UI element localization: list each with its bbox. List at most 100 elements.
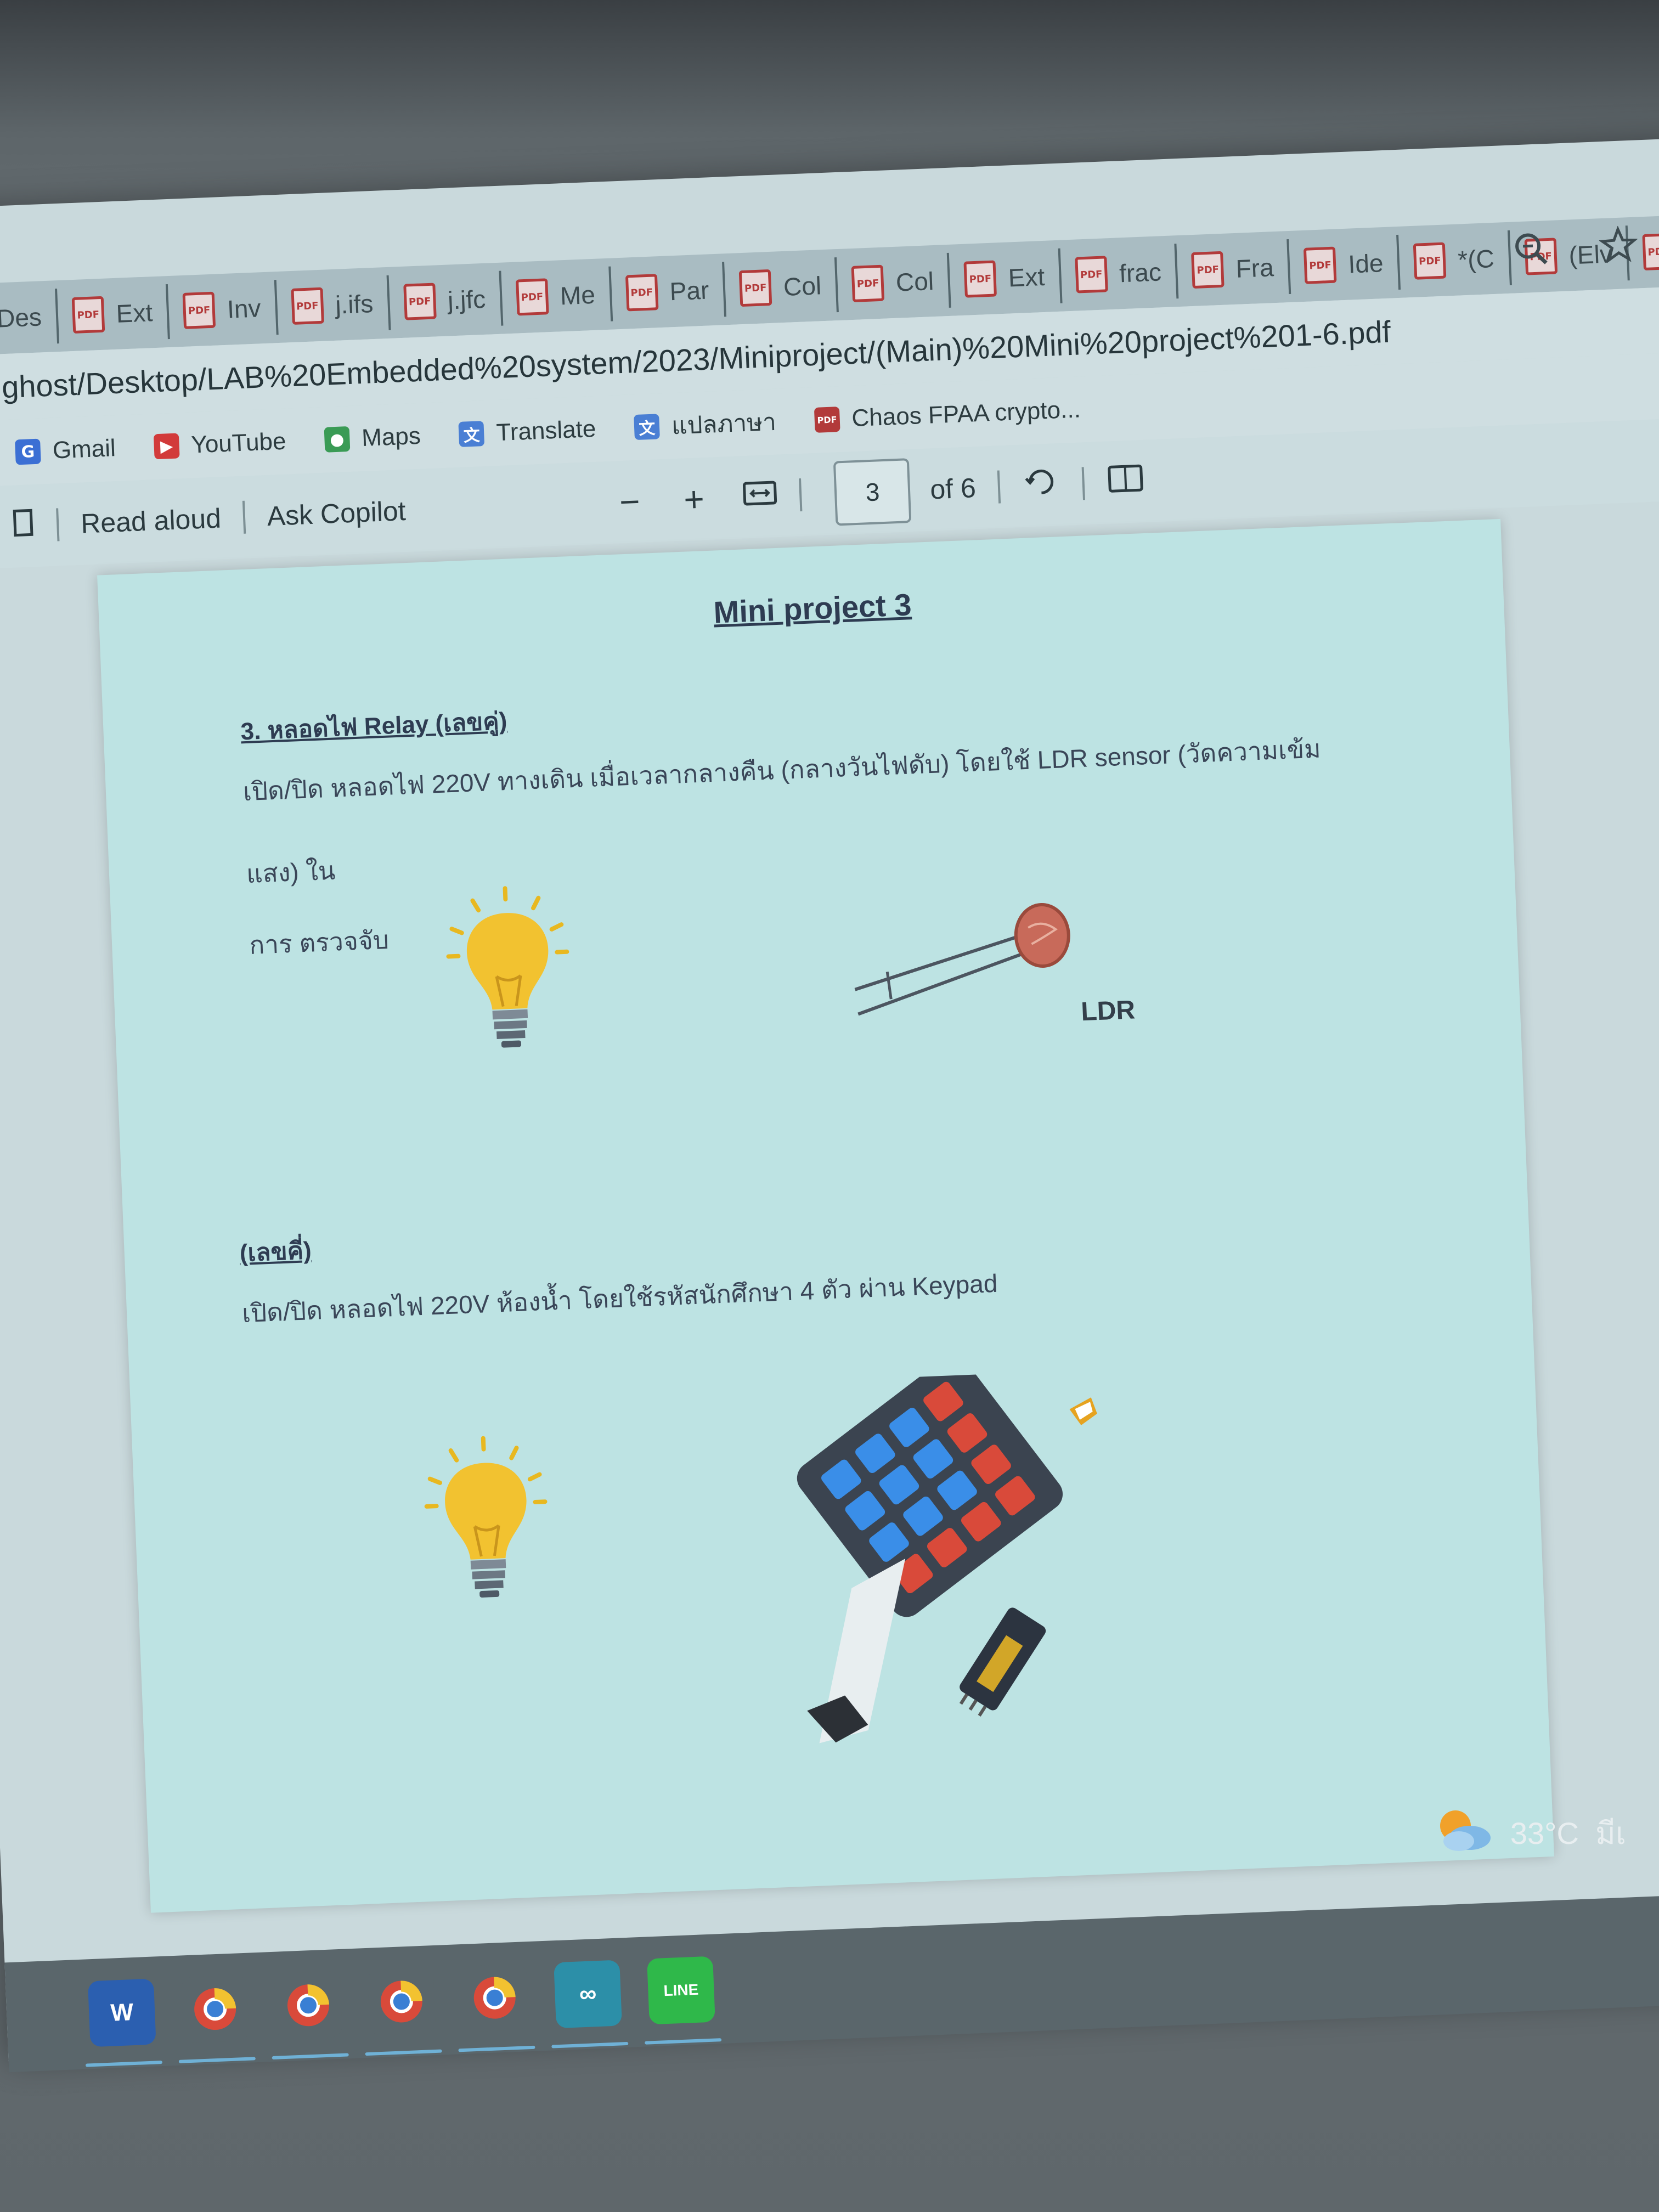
toolbar-spacer	[405, 502, 619, 511]
pdf-file-icon: PDF	[1304, 246, 1337, 284]
pdf-file-icon: PDF	[1413, 242, 1447, 280]
tab-label: Inv	[227, 294, 262, 324]
page-view-icon[interactable]	[1105, 461, 1146, 503]
bookmark-icon: 文	[634, 414, 661, 441]
star-icon[interactable]	[1598, 225, 1639, 274]
system-tray: 33°C มีเ	[1434, 1805, 1626, 1861]
bookmark-label: แปลภาษา	[671, 408, 777, 440]
pdf-file-icon: PDF	[963, 260, 997, 298]
pdf-file-icon: PDF	[182, 291, 216, 329]
snipping-app[interactable]	[274, 1971, 343, 2040]
monitor-screen: PDFDesPDFExtPDFInvPDFj.ifsPDFj.jfcPDFMeP…	[0, 136, 1659, 2073]
zoom-icon[interactable]	[1511, 229, 1551, 278]
toolbar-divider	[799, 478, 803, 512]
pdf-file-icon: PDF	[71, 296, 105, 334]
pdf-file-icon: PDF	[851, 264, 885, 302]
tab-label: Me	[559, 280, 596, 311]
pdf-file-icon: PDF	[625, 274, 659, 312]
toolbar-divider	[242, 500, 246, 534]
bookmark-item[interactable]: ● Maps	[324, 422, 421, 454]
browser-tab[interactable]: PDF Ext	[57, 284, 171, 344]
pdf-file-icon: PDF	[1191, 251, 1225, 289]
browser-tab[interactable]: PDF *(C	[1398, 230, 1512, 290]
pdf-file-icon: PDF	[1074, 256, 1108, 294]
app-icon	[287, 1984, 329, 2027]
section1-paragraph: เปิด/ปิด หลอดไฟ 220V ทางเดิน เมื่อเวลากล…	[241, 706, 1375, 986]
pdf-file-icon: PDF	[515, 278, 549, 316]
tab-label: *(C	[1457, 244, 1495, 274]
bookmark-icon: G	[15, 438, 41, 465]
browser-tab[interactable]: PDF Ide	[1289, 234, 1401, 294]
page-total: of 6	[929, 472, 977, 505]
toolbar-spacer	[704, 497, 743, 499]
browser-tab[interactable]: PDF Col	[837, 252, 951, 312]
tab-label: Par	[669, 275, 710, 306]
browser-tab[interactable]: PDF frac	[1060, 244, 1179, 303]
bookmark-item[interactable]: ▶ YouTube	[153, 427, 287, 461]
arduino-app[interactable]: ∞	[554, 1960, 622, 2029]
document-title: Mini project 3	[713, 587, 912, 630]
browser-tab[interactable]: PDF Par	[610, 262, 727, 321]
tab-label: Des	[0, 302, 42, 333]
zoom-in-button[interactable]: +	[683, 478, 705, 520]
tab-label: Col	[895, 267, 935, 297]
bookmark-item[interactable]: 文 แปลภาษา	[634, 403, 777, 447]
browser-tab[interactable]: PDF j.jfc	[388, 270, 504, 330]
app-icon	[473, 1977, 516, 2019]
keypad-module-image	[797, 1369, 1097, 1743]
tab-label: j.ifs	[335, 289, 374, 319]
pdf-page: Mini project 3 3. หลอดไฟ Relay (เลขคู่) …	[97, 518, 1554, 1913]
zoom-out-button[interactable]: −	[619, 481, 641, 522]
rotate-icon[interactable]	[1021, 462, 1061, 509]
app-icon	[194, 1988, 236, 2030]
bookmark-item[interactable]: 文 Translate	[458, 415, 597, 448]
toolbar-spacer	[640, 500, 684, 501]
section2-paragraph: เปิด/ปิด หลอดไฟ 220V ห้องน้ำ โดยใช้รหัสน…	[241, 1268, 998, 1328]
browser-tab[interactable]: PDFDes	[0, 289, 59, 348]
ask-copilot-button[interactable]: Ask Copilot	[267, 495, 407, 532]
word-app[interactable]: W	[87, 1978, 156, 2047]
ldr-label: LDR	[1080, 995, 1136, 1027]
bookmark-icon: ▶	[153, 433, 180, 460]
tab-label: Ext	[1007, 262, 1046, 292]
browser-tab[interactable]: PDF j.ifs	[276, 275, 391, 335]
ldr-sensor-image	[854, 903, 1070, 1016]
bookmark-item[interactable]: G Gmail	[15, 435, 116, 466]
taskbar: W ∞ LINE	[4, 1886, 1659, 2073]
bookmark-item[interactable]: PDF Chaos FPAA crypto...	[814, 396, 1081, 433]
weather-icon[interactable]	[1434, 1805, 1494, 1861]
pdf-file-icon: PDF	[291, 287, 324, 325]
weather-temperature[interactable]: 33°C	[1510, 1815, 1579, 1851]
chrome-app[interactable]	[180, 1974, 250, 2044]
browser-tab[interactable]: PDF Col	[724, 257, 839, 317]
tab-tools	[1511, 225, 1639, 277]
bookmark-icon: ●	[324, 426, 351, 453]
bookmark-label: YouTube	[190, 427, 287, 459]
tray-text: มีเ	[1595, 1816, 1626, 1850]
bug-app[interactable]	[460, 1963, 529, 2032]
tab-label: Fra	[1235, 253, 1274, 283]
browser-tab[interactable]: PDF Fra	[1176, 239, 1291, 299]
pdf-file-icon: PDF	[1642, 233, 1659, 271]
fit-width-icon[interactable]	[742, 479, 778, 515]
toolbar-divider	[1081, 467, 1085, 500]
chrome-profile-app[interactable]	[367, 1967, 436, 2036]
pdf-file-icon: PDF	[738, 269, 772, 307]
browser-tab[interactable]: PDF Ext	[949, 248, 1063, 308]
toolbar-divider	[997, 470, 1001, 504]
bookmark-label: Gmail	[52, 435, 116, 464]
tab-label: Ext	[115, 298, 154, 328]
section2-heading: (เลขคี่)	[239, 1237, 312, 1267]
page-current: 3	[865, 477, 881, 507]
tab-label: j.jfc	[447, 284, 487, 315]
bookmark-icon: PDF	[814, 407, 840, 433]
page-number-input[interactable]: 3	[833, 458, 912, 526]
browser-tab[interactable]: PDF Inv	[168, 280, 279, 339]
light-bulb-icon-2	[424, 1436, 548, 1598]
browser-tab[interactable]: PDF Me	[501, 266, 613, 326]
toolbar-sidebar-icon[interactable]	[12, 506, 36, 546]
line-app[interactable]: LINE	[647, 1956, 715, 2025]
tab-label: Col	[783, 271, 822, 301]
read-aloud-button[interactable]: Read aloud	[80, 502, 222, 539]
app-icon	[380, 1980, 422, 2023]
